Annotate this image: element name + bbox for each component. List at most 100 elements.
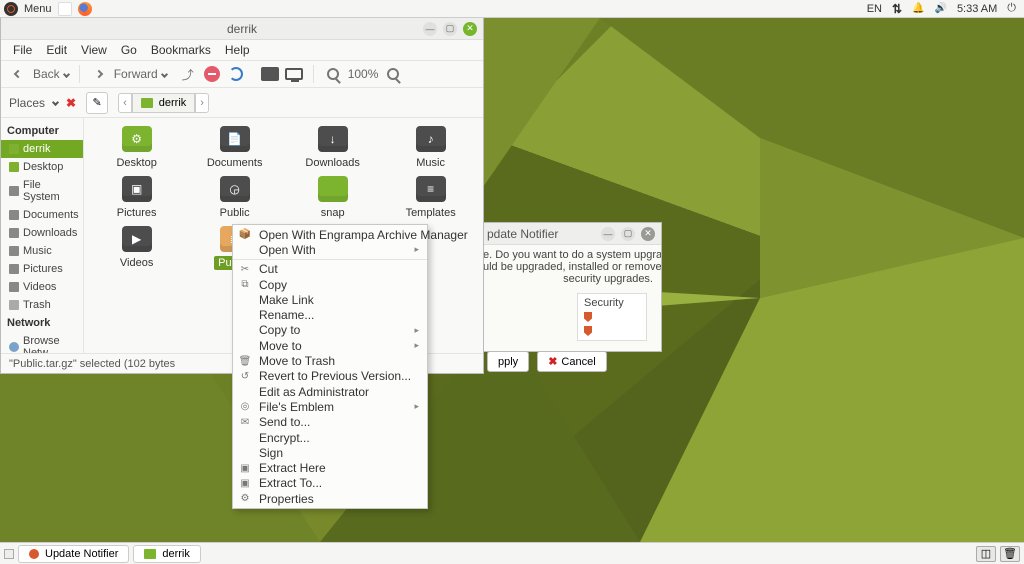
context-menu-item[interactable]: ⚙Properties [233,491,427,506]
forward-button[interactable]: Forward [114,67,167,81]
emblem-icon: ◎ [239,401,251,413]
keyboard-lang[interactable]: EN [867,3,882,15]
trash-tray[interactable]: 🗑 [1000,546,1020,562]
sidebar-item[interactable]: Desktop [1,158,83,176]
back-button[interactable]: Back [33,67,69,81]
folder-icon: ↓ [318,126,348,152]
context-menu-item[interactable]: Open With▸ [233,242,427,257]
stop-button[interactable] [203,65,221,83]
file-item[interactable]: ▣Pictures [88,176,186,220]
menu-button[interactable]: Menu [24,3,52,15]
sidebar-item[interactable]: Trash [1,296,83,314]
workspace-switcher[interactable]: ◫ [976,546,996,562]
file-item[interactable]: ⚙ Desktop [88,126,186,170]
parent-dir-icon[interactable]: ⤴ [179,65,197,83]
file-item[interactable]: ◶Public [186,176,284,220]
zoom-out-icon[interactable] [324,65,342,83]
file-item[interactable]: snap [284,176,382,220]
crumb-forward[interactable]: › [195,93,209,113]
apply-button[interactable]: pply [487,351,529,372]
file-label: Desktop [112,156,160,170]
file-item[interactable]: ♪Music [382,126,480,170]
context-menu-item[interactable]: Sign [233,445,427,460]
context-menu-item[interactable]: ◎File's Emblem▸ [233,399,427,414]
folder-icon: ≡ [416,176,446,202]
network-icon[interactable] [892,2,902,16]
show-desktop-button[interactable] [4,549,14,559]
clock[interactable]: 5:33 AM [957,3,997,15]
task-file-manager[interactable]: derrik [133,545,201,563]
context-menu-item[interactable]: Rename... [233,307,427,322]
edit-location-button[interactable]: ✎ [86,92,108,114]
file-item[interactable]: ≡Templates [382,176,480,220]
context-menu-item[interactable]: Edit as Administrator [233,384,427,399]
task-update-notifier[interactable]: Update Notifier [18,545,129,563]
cancel-button[interactable]: ✖Cancel [537,351,606,372]
reload-button[interactable] [227,65,245,83]
maximize-button[interactable]: ▢ [443,22,457,36]
app-shortcut-1[interactable] [58,2,72,16]
places-label[interactable]: Places [9,96,45,110]
chevron-right-icon: ▸ [414,244,419,255]
close-sidebar-icon[interactable]: ✖ [66,96,76,110]
minimize-button[interactable]: ― [423,22,437,36]
crumb-back[interactable]: ‹ [118,93,132,113]
notifications-icon[interactable] [912,3,924,14]
menu-view[interactable]: View [75,41,113,59]
menu-go[interactable]: Go [115,41,143,59]
context-menu: 📦Open With Engrampa Archive ManagerOpen … [232,224,428,509]
sidebar-item[interactable]: Documents [1,206,83,224]
menu-bookmarks[interactable]: Bookmarks [145,41,217,59]
context-menu-item[interactable]: 🗑Move to Trash [233,353,427,368]
context-menu-item[interactable]: Encrypt... [233,430,427,445]
sidebar-item-label: Videos [23,281,56,293]
context-menu-item[interactable]: ✉Send to... [233,415,427,430]
power-icon[interactable] [1007,2,1016,15]
context-menu-item[interactable]: ✂Cut [233,262,427,277]
back-arrow-icon[interactable] [9,65,27,83]
chevron-down-icon[interactable] [52,99,59,106]
shield-icon [584,312,592,322]
menu-help[interactable]: Help [219,41,256,59]
firefox-icon[interactable] [78,2,92,16]
folder-icon [141,98,153,108]
zoom-in-icon[interactable] [384,65,402,83]
context-menu-item[interactable]: Copy to▸ [233,323,427,338]
context-menu-item[interactable]: Move to▸ [233,338,427,353]
file-item[interactable]: ▶Videos [88,226,186,270]
forward-arrow-icon[interactable] [90,65,108,83]
sidebar-item[interactable]: Browse Netw... [1,332,83,353]
folder-icon [9,246,19,256]
sidebar-item[interactable]: Music [1,242,83,260]
maximize-button[interactable]: ▢ [621,227,635,241]
send-icon: ✉ [239,416,251,428]
menu-edit[interactable]: Edit [40,41,73,59]
minimize-button[interactable]: ― [601,227,615,241]
context-menu-item[interactable]: ⧉Copy [233,277,427,292]
distro-icon[interactable] [4,2,18,16]
sidebar-item[interactable]: Pictures [1,260,83,278]
sidebar-item[interactable]: File System [1,176,83,206]
sidebar-item[interactable]: Downloads [1,224,83,242]
close-button[interactable]: ✕ [641,227,655,241]
file-item[interactable]: 📄Documents [186,126,284,170]
sidebar-item[interactable]: derrik [1,140,83,158]
file-item[interactable]: ↓Downloads [284,126,382,170]
menu-file[interactable]: File [7,41,38,59]
context-menu-item[interactable]: ▣Extract Here [233,460,427,475]
computer-icon[interactable] [285,65,303,83]
home-folder-icon[interactable] [261,65,279,83]
context-menu-item[interactable]: 📦Open With Engrampa Archive Manager [233,227,427,242]
close-button[interactable]: ✕ [463,22,477,36]
context-menu-item[interactable]: ↺Revert to Previous Version... [233,369,427,384]
context-menu-item[interactable]: ▣Extract To... [233,476,427,491]
folder-icon: ⚙ [122,126,152,152]
shield-icon [584,326,592,336]
volume-icon[interactable] [934,3,946,14]
update-text-line: uld be upgraded, installed or removed. [483,261,653,273]
sidebar-item[interactable]: Videos [1,278,83,296]
box-icon: 📦 [239,229,251,241]
context-menu-item[interactable]: Make Link [233,292,427,307]
context-menu-label: Rename... [259,308,419,322]
crumb-current[interactable]: derrik [132,93,196,113]
